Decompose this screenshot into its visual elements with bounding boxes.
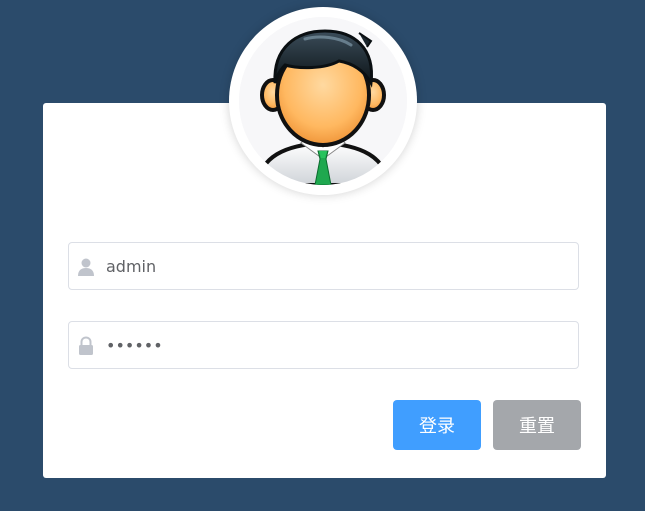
login-button[interactable]: 登录 bbox=[393, 400, 481, 450]
avatar bbox=[229, 7, 417, 195]
username-field[interactable] bbox=[68, 242, 579, 290]
reset-button[interactable]: 重置 bbox=[493, 400, 581, 450]
user-icon bbox=[77, 257, 95, 277]
password-input[interactable] bbox=[106, 322, 566, 368]
password-field[interactable] bbox=[68, 321, 579, 369]
login-page: 登录 重置 bbox=[0, 0, 645, 511]
user-avatar-illustration-icon bbox=[239, 17, 407, 185]
username-input[interactable] bbox=[106, 243, 566, 289]
lock-icon bbox=[77, 336, 95, 356]
